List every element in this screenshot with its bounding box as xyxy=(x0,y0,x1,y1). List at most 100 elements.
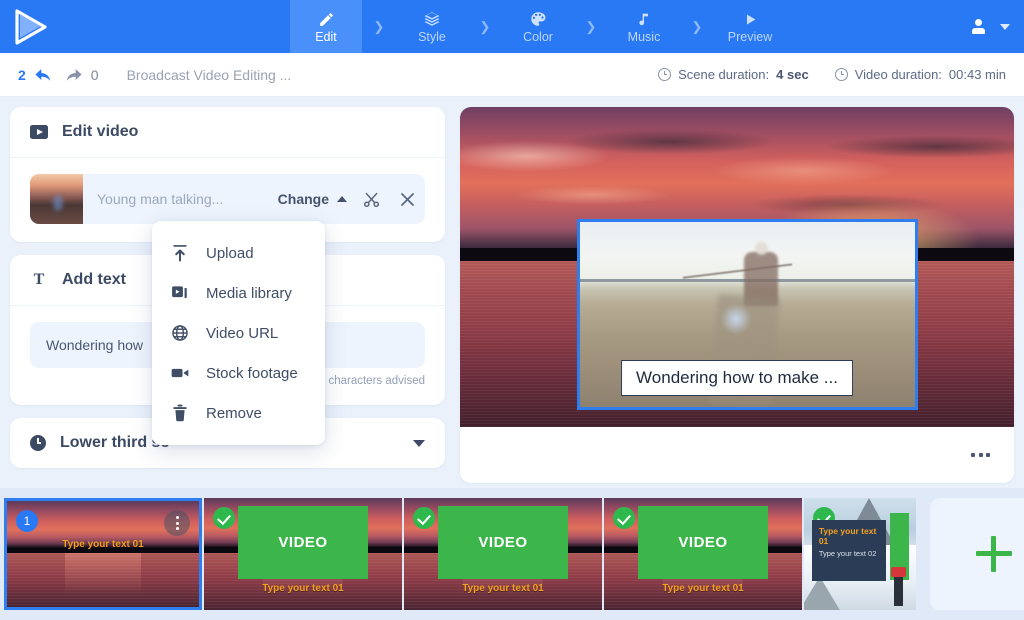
timeline-scene-2[interactable]: VIDEO Type your text 01 xyxy=(204,498,402,610)
menu-item-video-url[interactable]: Video URL xyxy=(152,313,325,353)
video-preview-panel: Wondering how to make ... xyxy=(460,107,1014,483)
timeline-scene-4[interactable]: VIDEO Type your text 01 xyxy=(604,498,802,610)
preview-footer xyxy=(460,427,1014,483)
add-scene-button[interactable] xyxy=(930,498,1024,610)
tab-preview[interactable]: Preview xyxy=(714,0,786,53)
scene-4-video-placeholder: VIDEO xyxy=(638,506,769,579)
scene-3-text: Type your text 01 xyxy=(404,583,602,594)
menu-item-media-library-label: Media library xyxy=(206,285,292,302)
scene-1-thumbnail[interactable]: 1 Type your text 01 xyxy=(4,498,202,610)
pencil-icon xyxy=(318,10,335,28)
tab-style-label: Style xyxy=(418,31,446,44)
account-menu[interactable] xyxy=(971,0,1024,53)
edit-video-title: Edit video xyxy=(62,123,138,141)
chevron-right-icon-1: ❯ xyxy=(362,0,396,53)
asset-thumbnail[interactable] xyxy=(30,174,83,224)
timeline-scene-5[interactable]: Type your text 01 Type your text 02 xyxy=(804,498,916,610)
tab-music[interactable]: Music xyxy=(608,0,680,53)
user-icon xyxy=(971,19,986,34)
scene-5-lower-third: Type your text 01 Type your text 02 xyxy=(812,520,886,580)
kebab-dot-3 xyxy=(176,527,179,530)
music-note-icon xyxy=(636,10,652,28)
scene-5-lower-third-line1: Type your text 01 xyxy=(819,526,879,546)
timeline-scene-1[interactable]: 1 Type your text 01 xyxy=(4,498,202,610)
timeline-scene-3[interactable]: VIDEO Type your text 01 xyxy=(404,498,602,610)
layers-icon xyxy=(423,10,441,28)
undo-arrow-icon[interactable] xyxy=(33,66,55,84)
menu-item-stock-footage-label: Stock footage xyxy=(206,365,298,382)
video-duration: Video duration: 00:43 min xyxy=(835,67,1006,82)
clock-filled-icon xyxy=(30,435,46,451)
scene-2-text: Type your text 01 xyxy=(204,583,402,594)
change-video-button[interactable]: Change xyxy=(278,191,353,207)
dot-1 xyxy=(971,453,975,457)
menu-item-video-url-label: Video URL xyxy=(206,325,278,342)
scene-4-thumbnail[interactable]: VIDEO Type your text 01 xyxy=(604,498,802,610)
scene-3-thumbnail[interactable]: VIDEO Type your text 01 xyxy=(404,498,602,610)
editor-toolbar: 2 0 Broadcast Video Editing ... Scene du… xyxy=(0,53,1024,97)
scene-4-check-badge xyxy=(613,507,635,529)
tab-music-label: Music xyxy=(628,31,661,44)
delete-video-button[interactable] xyxy=(389,190,425,209)
upload-icon xyxy=(170,243,190,263)
tab-preview-label: Preview xyxy=(728,31,772,44)
scene-timeline: 1 Type your text 01 VIDEO Type your text… xyxy=(0,488,1024,620)
redo-arrow-icon[interactable] xyxy=(62,66,84,84)
edit-video-header: Edit video xyxy=(10,107,445,158)
video-duration-value: 00:43 min xyxy=(949,67,1006,82)
history-controls: 2 0 xyxy=(18,66,99,84)
clock-icon-video xyxy=(835,68,848,81)
tab-color[interactable]: Color xyxy=(502,0,574,53)
dot-3 xyxy=(986,453,990,457)
clock-icon-scene xyxy=(658,68,671,81)
palette-icon xyxy=(529,10,547,28)
dot-2 xyxy=(979,453,983,457)
tab-edit[interactable]: Edit xyxy=(290,0,362,53)
change-video-dropdown: Upload Media library Video URL Stock foo… xyxy=(152,221,325,445)
video-duration-label: Video duration: xyxy=(855,67,942,82)
document-title[interactable]: Broadcast Video Editing ... xyxy=(127,67,292,83)
menu-item-stock-footage[interactable]: Stock footage xyxy=(152,353,325,393)
plus-icon xyxy=(976,536,1012,572)
scene-5-person xyxy=(894,576,903,606)
menu-item-remove-label: Remove xyxy=(206,405,262,422)
video-camera-icon xyxy=(170,363,190,383)
close-x-icon xyxy=(398,190,417,209)
video-asset-row: Young man talking... Change xyxy=(30,174,425,224)
tab-edit-label: Edit xyxy=(315,31,337,44)
scene-1-options-icon[interactable] xyxy=(164,510,190,536)
tab-style[interactable]: Style xyxy=(396,0,468,53)
scene-duration-value: 4 sec xyxy=(776,67,809,82)
video-icon xyxy=(30,125,48,139)
more-horizontal-icon[interactable] xyxy=(971,453,990,457)
text-icon: T xyxy=(30,271,48,289)
duration-info: Scene duration: 4 sec Video duration: 00… xyxy=(658,67,1006,82)
wizard-steps: Edit ❯ Style ❯ Color ❯ Music ❯ xyxy=(290,0,786,53)
play-icon xyxy=(742,10,759,28)
scene-5-thumbnail[interactable]: Type your text 01 Type your text 02 xyxy=(804,498,916,610)
trim-video-button[interactable] xyxy=(353,190,389,209)
globe-icon xyxy=(170,323,190,343)
scene-2-thumbnail[interactable]: VIDEO Type your text 01 xyxy=(204,498,402,610)
tab-color-label: Color xyxy=(523,31,553,44)
add-text-title: Add text xyxy=(62,271,126,289)
app-logo[interactable] xyxy=(0,0,290,53)
chevron-down-icon-lower-third[interactable] xyxy=(413,440,425,447)
chevron-up-icon xyxy=(337,196,347,202)
undo-count: 2 xyxy=(18,67,26,83)
scene-1-number-badge: 1 xyxy=(16,510,38,532)
scene-3-video-placeholder: VIDEO xyxy=(438,506,569,579)
scene-5-lower-third-line2: Type your text 02 xyxy=(819,549,879,558)
chevron-right-icon-4: ❯ xyxy=(680,0,714,53)
menu-item-media-library[interactable]: Media library xyxy=(152,273,325,313)
clip-lens-flare xyxy=(721,303,751,335)
menu-item-remove[interactable]: Remove xyxy=(152,393,325,433)
scene-2-video-placeholder: VIDEO xyxy=(238,506,369,579)
caption-overlay[interactable]: Wondering how to make ... xyxy=(621,360,853,396)
scene-2-check-badge xyxy=(213,507,235,529)
menu-item-upload[interactable]: Upload xyxy=(152,233,325,273)
preview-stage[interactable]: Wondering how to make ... xyxy=(460,107,1014,427)
scene-1-text: Type your text 01 xyxy=(7,539,199,550)
scene-3-check-badge xyxy=(413,507,435,529)
media-library-icon xyxy=(170,283,190,303)
